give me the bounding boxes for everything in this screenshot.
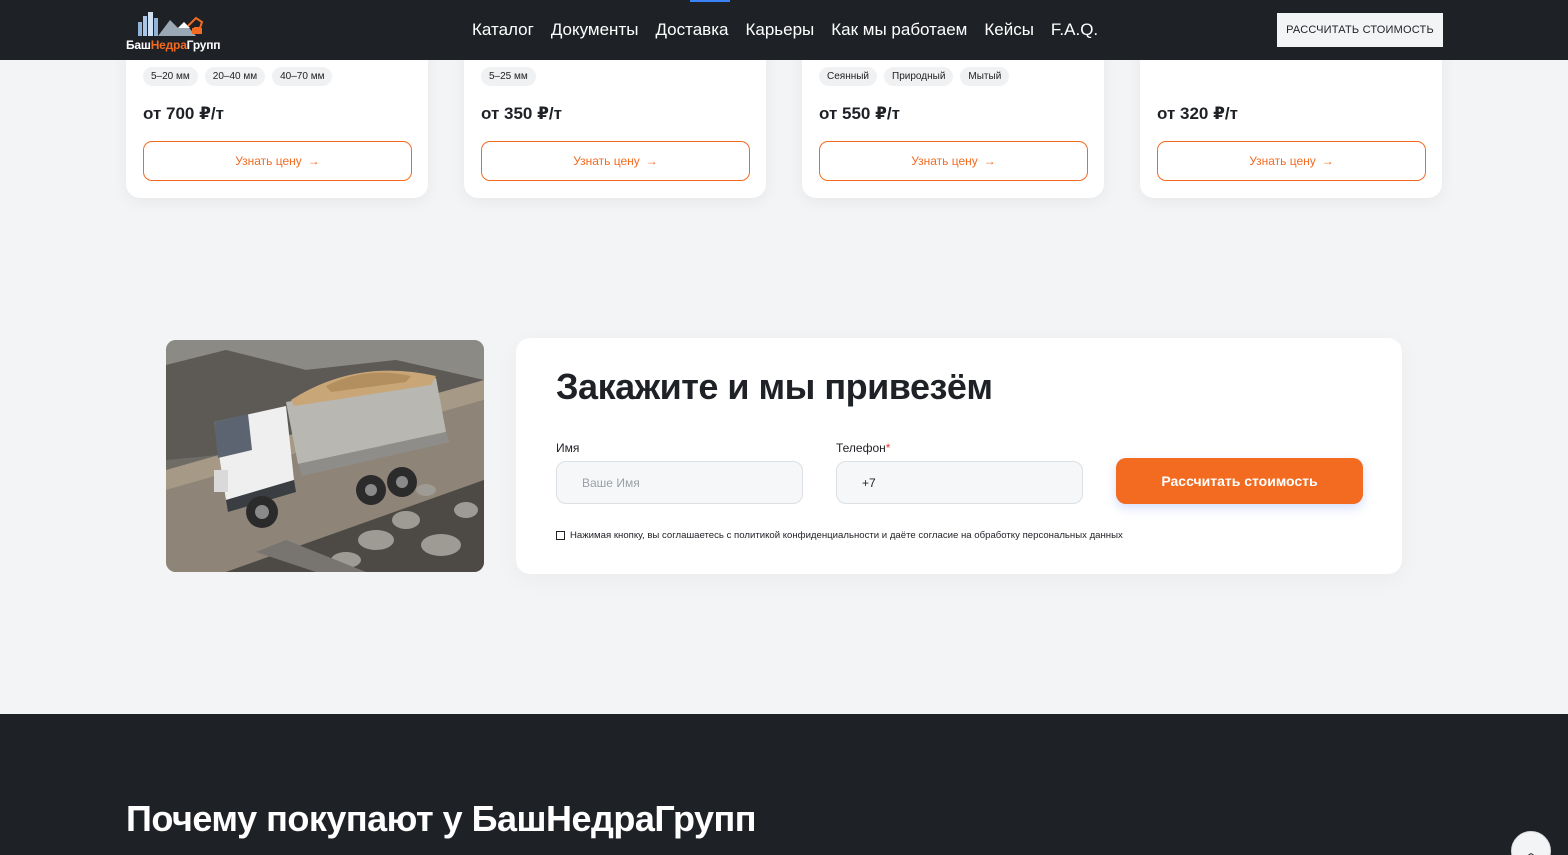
nav-link-faq[interactable]: F.A.Q. — [1051, 18, 1098, 42]
logo-text: БашНедраГрупп — [126, 38, 221, 52]
get-price-button[interactable]: Узнать цену → — [819, 141, 1088, 181]
type-chip[interactable]: Природный — [884, 67, 954, 86]
calculate-cost-button[interactable]: Рассчитать стоимость — [1116, 458, 1363, 504]
fraction-chip[interactable]: 40–70 мм — [272, 67, 333, 86]
nav-link-how-we-work[interactable]: Как мы работаем — [831, 18, 967, 42]
site-header: БашНедраГрупп Каталог Документы Доставка… — [0, 0, 1568, 60]
type-chips: Сеянный Природный Мытый — [819, 67, 1010, 86]
chevron-up-icon: ︿ — [1524, 844, 1538, 855]
get-price-label: Узнать цену — [1249, 154, 1316, 168]
fraction-chip[interactable]: 20–40 мм — [204, 67, 266, 86]
dump-truck-illustration — [166, 340, 484, 572]
consent-text: Нажимая кнопку, вы соглашаетесь с полити… — [570, 530, 1123, 541]
nav-link-delivery[interactable]: Доставка — [655, 18, 728, 42]
arrow-right-icon: → — [645, 154, 658, 168]
product-card: от 320 ₽/т Узнать цену → — [1140, 40, 1442, 198]
consent-row: Нажимая кнопку, вы соглашаетесь с полити… — [556, 530, 1123, 541]
type-chip[interactable]: Мытый — [960, 67, 1010, 86]
get-price-button[interactable]: Узнать цену → — [481, 141, 750, 181]
required-asterisk: * — [885, 441, 891, 455]
logo[interactable]: БашНедраГрупп — [126, 8, 221, 54]
main-nav: Каталог Документы Доставка Карьеры Как м… — [472, 18, 1098, 42]
get-price-label: Узнать цену — [235, 154, 302, 168]
nav-link-catalog[interactable]: Каталог — [472, 18, 534, 42]
why-section-title: Почему покупают у БашНедраГрупп — [126, 798, 757, 839]
arrow-right-icon: → — [983, 154, 996, 168]
product-price: от 350 ₽/т — [481, 104, 562, 123]
calculate-cost-header-button[interactable]: РАССЧИТАТЬ СТОИМОСТЬ — [1277, 13, 1443, 47]
dump-truck-photo — [166, 340, 484, 572]
product-card: Сеянный Природный Мытый от 550 ₽/т Узнат… — [802, 40, 1104, 198]
product-price: от 320 ₽/т — [1157, 104, 1238, 123]
phone-field-label: Телефон* — [836, 441, 891, 455]
logo-emblem-icon — [138, 12, 204, 36]
fraction-chips: 5–25 мм — [481, 67, 536, 86]
order-form-title: Закажите и мы привезём — [556, 366, 993, 407]
get-price-button[interactable]: Узнать цену → — [143, 141, 412, 181]
nav-link-cases[interactable]: Кейсы — [984, 18, 1034, 42]
name-input[interactable] — [556, 461, 803, 504]
nav-link-documents[interactable]: Документы — [551, 18, 639, 42]
product-price: от 550 ₽/т — [819, 104, 900, 123]
scroll-to-top-button[interactable]: ︿ — [1511, 831, 1551, 855]
product-card: 5–20 мм 20–40 мм 40–70 мм от 700 ₽/т Узн… — [126, 40, 428, 198]
arrow-right-icon: → — [307, 154, 320, 168]
product-price: от 700 ₽/т — [143, 104, 224, 123]
fraction-chips: 5–20 мм 20–40 мм 40–70 мм — [143, 67, 333, 86]
header-active-indicator — [690, 0, 730, 2]
consent-checkbox[interactable] — [556, 531, 565, 540]
phone-input[interactable] — [836, 461, 1083, 504]
get-price-label: Узнать цену — [911, 154, 978, 168]
get-price-button[interactable]: Узнать цену → — [1157, 141, 1426, 181]
fraction-chip[interactable]: 5–25 мм — [481, 67, 536, 86]
type-chip[interactable]: Сеянный — [819, 67, 878, 86]
fraction-chip[interactable]: 5–20 мм — [143, 67, 198, 86]
order-form-card: Закажите и мы привезём Имя Телефон* Расс… — [516, 338, 1402, 574]
product-card: 5–25 мм от 350 ₽/т Узнать цену → — [464, 40, 766, 198]
get-price-label: Узнать цену — [573, 154, 640, 168]
why-section: Почему покупают у БашНедраГрупп ︿ — [0, 714, 1568, 855]
name-field-label: Имя — [556, 441, 580, 455]
arrow-right-icon: → — [1321, 154, 1334, 168]
nav-link-quarries[interactable]: Карьеры — [745, 18, 814, 42]
